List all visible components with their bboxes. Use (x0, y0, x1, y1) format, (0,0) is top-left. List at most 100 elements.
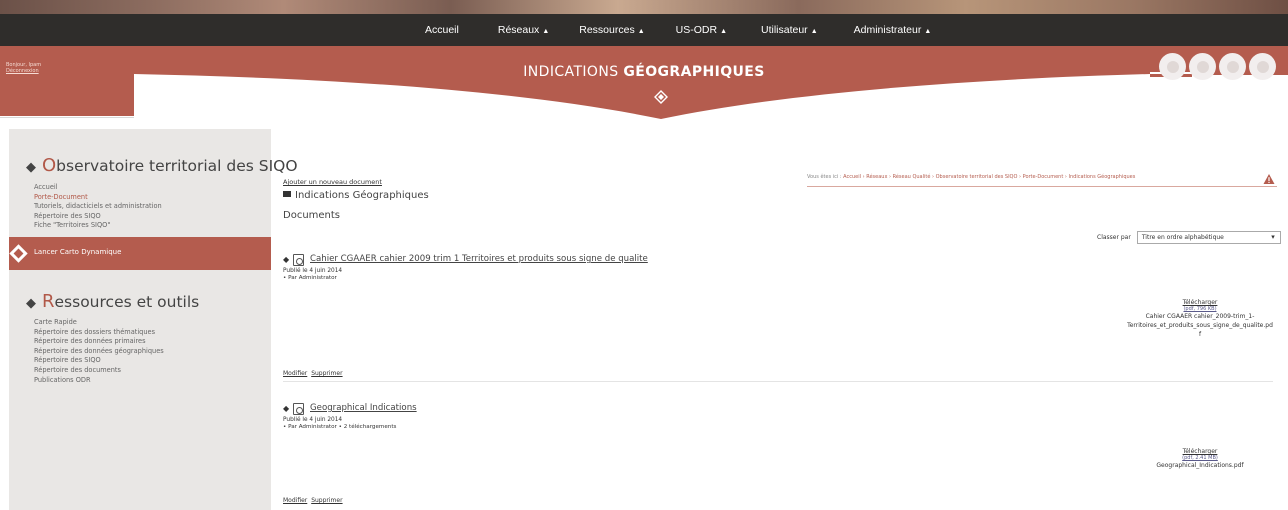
nav-item-us-odr[interactable]: US-ODR ▲ (676, 14, 727, 46)
circle-glyph-icon (1256, 60, 1269, 73)
nav-item-accueil[interactable]: Accueil (425, 14, 459, 46)
breadcrumb-prefix: Vous êtes ici : (807, 174, 842, 180)
nav-label: Réseaux (497, 24, 540, 36)
sidebar-item-fiche-territoires[interactable]: Fiche "Territoires SIQO" (34, 221, 162, 231)
sidebar-item-donnees-primaires[interactable]: Répertoire des données primaires (34, 337, 164, 347)
edit-link[interactable]: Modifier (283, 370, 307, 377)
pdf-file-icon (293, 403, 304, 415)
document-item: ◆ Cahier CGAAER cahier 2009 trim 1 Terri… (283, 254, 1273, 380)
sidebar-item-label: Répertoire des données primaires (34, 337, 146, 346)
sidebar-item-carte-rapide[interactable]: Carte Rapide (34, 318, 164, 328)
file-name-line: f (1198, 331, 1202, 338)
site-title: INDICATIONS GÉOGRAPHIQUES (0, 64, 1288, 80)
warning-icon[interactable] (1263, 173, 1275, 185)
delete-link[interactable]: Supprimer (311, 370, 342, 377)
title-rest: bservatoire territorial des SIQO (56, 157, 298, 175)
nav-label: Utilisateur (761, 24, 808, 36)
sidebar-item-dossiers-thematiques[interactable]: Répertoire des dossiers thématiques (34, 328, 164, 338)
sidebar-item-label: Répertoire des documents (34, 365, 121, 374)
circle-glyph-icon (1196, 60, 1209, 73)
sidebar-item-porte-document[interactable]: Porte-Document (34, 193, 162, 203)
document-title-link[interactable]: Cahier CGAAER cahier 2009 trim 1 Territo… (310, 254, 648, 264)
sidebar-item-donnees-geographiques[interactable]: Répertoire des données géographiques (34, 347, 164, 357)
dropdown-arrow-icon: ▲ (542, 28, 550, 35)
sort-label: Classer par (1097, 234, 1131, 241)
sidebar-section-title-ressources: ◆ Ressources et outils (26, 291, 199, 312)
document-actions: Modifier Supprimer (283, 370, 345, 377)
sort-control: Classer par Titre en ordre alphabétique (1097, 231, 1281, 244)
add-document-link[interactable]: Ajouter un nouveau document (283, 178, 382, 186)
top-navigation: Accueil Réseaux ▲ Ressources ▲ US-ODR ▲ Uti… (0, 14, 1288, 46)
sidebar: ◆ Observatoire territorial des SIQO Accue… (9, 129, 298, 510)
breadcrumb-item[interactable]: Réseaux (866, 174, 887, 180)
breadcrumb-item[interactable]: Observatoire territorial des SIQO (936, 174, 1018, 180)
breadcrumb-item[interactable]: Accueil (843, 174, 861, 180)
title-initial: R (42, 291, 55, 312)
nav-label: Ressources (579, 24, 635, 36)
social-circle-icon[interactable] (1219, 53, 1246, 80)
breadcrumb-label: Indications Géographiques (1068, 174, 1136, 180)
dropdown-arrow-icon: ▲ (720, 28, 727, 35)
launch-carto-button[interactable]: Lancer Carto Dynamique (9, 237, 271, 270)
social-circle-icon[interactable] (1189, 53, 1216, 80)
header-left-bar (0, 117, 134, 126)
title-banner-shape (0, 46, 1288, 119)
sidebar-item-label: Répertoire des données géographiques (34, 346, 164, 355)
diamond-icon (9, 244, 28, 263)
sidebar-item-label: Répertoire des SIQO (34, 356, 101, 365)
nav-item-administrateur[interactable]: Administrateur ▲ (854, 14, 932, 46)
download-link[interactable]: Télécharger (1120, 448, 1280, 455)
sidebar-item-publications-odr[interactable]: Publications ODR (34, 376, 164, 386)
diamond-bullet-icon: ◆ (283, 255, 290, 264)
sidebar-item-repertoire-documents[interactable]: Répertoire des documents (34, 366, 164, 376)
edit-link[interactable]: Modifier (283, 497, 307, 504)
circle-glyph-icon (1226, 60, 1239, 73)
sidebar-item-accueil[interactable]: Accueil (34, 183, 162, 193)
pdf-file-icon (293, 254, 304, 266)
folder-title-text: Indications Géographiques (295, 190, 429, 201)
diamond-bullet-icon: ◆ (283, 404, 290, 413)
breadcrumb-item[interactable]: Porte-Document (1023, 174, 1064, 180)
nav-item-ressources[interactable]: Ressources ▲ (579, 14, 644, 46)
sidebar-item-label: Carte Rapide (34, 318, 77, 326)
nav-item-utilisateur[interactable]: Utilisateur ▲ (761, 14, 818, 46)
breadcrumb-label: Accueil (843, 174, 862, 180)
documents-heading: Documents (283, 210, 341, 221)
breadcrumb-item[interactable]: Réseau Qualité (893, 174, 931, 180)
dropdown-arrow-icon: ▲ (810, 28, 818, 35)
cta-label: Lancer Carto Dynamique (34, 248, 122, 256)
sidebar-item-repertoire-siqo[interactable]: Répertoire des SIQO (34, 212, 162, 222)
social-circle-icon[interactable] (1159, 53, 1186, 80)
download-box: Télécharger (pdf, 796 KB) Cahier CGAAER … (1120, 299, 1280, 339)
document-author: • Par Administrator (283, 275, 337, 281)
social-circle-icon[interactable] (1249, 53, 1276, 80)
document-title-link[interactable]: Geographical Indications (310, 403, 417, 413)
document-item: ◆ Geographical Indications Publié le 4 j… (283, 403, 1273, 510)
site-title-bold: GÉOGRAPHIQUES (623, 64, 765, 80)
download-link[interactable]: Télécharger (1120, 299, 1280, 306)
breadcrumb-label: Observatoire territorial des SIQO (935, 174, 1018, 180)
file-name-line: Geographical_Indications.pdf (1156, 462, 1244, 469)
nav-item-reseaux[interactable]: Réseaux ▲ (498, 14, 549, 46)
document-author: • Par Administrator • 2 téléchargements (283, 424, 397, 430)
sidebar-item-label: Répertoire des dossiers thématiques (34, 327, 156, 336)
social-icons (1159, 53, 1279, 83)
sort-select[interactable]: Titre en ordre alphabétique (1136, 231, 1281, 244)
sidebar-menu-observatoire: Accueil Porte-Document Tutoriels, didactic… (34, 183, 162, 231)
sidebar-item-label: Publications ODR (34, 375, 91, 384)
dropdown-arrow-icon: ▲ (924, 28, 932, 35)
document-separator (283, 381, 1273, 382)
file-name-line: Territoires_et_produits_sous_signe_de_qu… (1127, 322, 1273, 329)
title-rest: essources et outils (54, 293, 200, 311)
breadcrumb-item[interactable]: Indications Géographiques (1069, 174, 1136, 180)
breadcrumb-label: Réseau Qualité (892, 174, 931, 180)
breadcrumb-divider (807, 186, 1277, 187)
nav-label: Administrateur (853, 24, 922, 36)
diamond-bullet-icon: ◆ (26, 296, 36, 311)
delete-link[interactable]: Supprimer (311, 497, 342, 504)
sidebar-section-title-observatoire: ◆ Observatoire territorial des SIQO (26, 155, 298, 176)
sidebar-item-tutoriels[interactable]: Tutoriels, didacticiels et administratio… (34, 202, 162, 212)
sidebar-item-repertoire-siqo[interactable]: Répertoire des SIQO (34, 356, 164, 366)
file-name-line: Cahier CGAAER cahier_2009-trim_1- (1145, 313, 1255, 320)
header-photo-strip (0, 0, 1288, 14)
